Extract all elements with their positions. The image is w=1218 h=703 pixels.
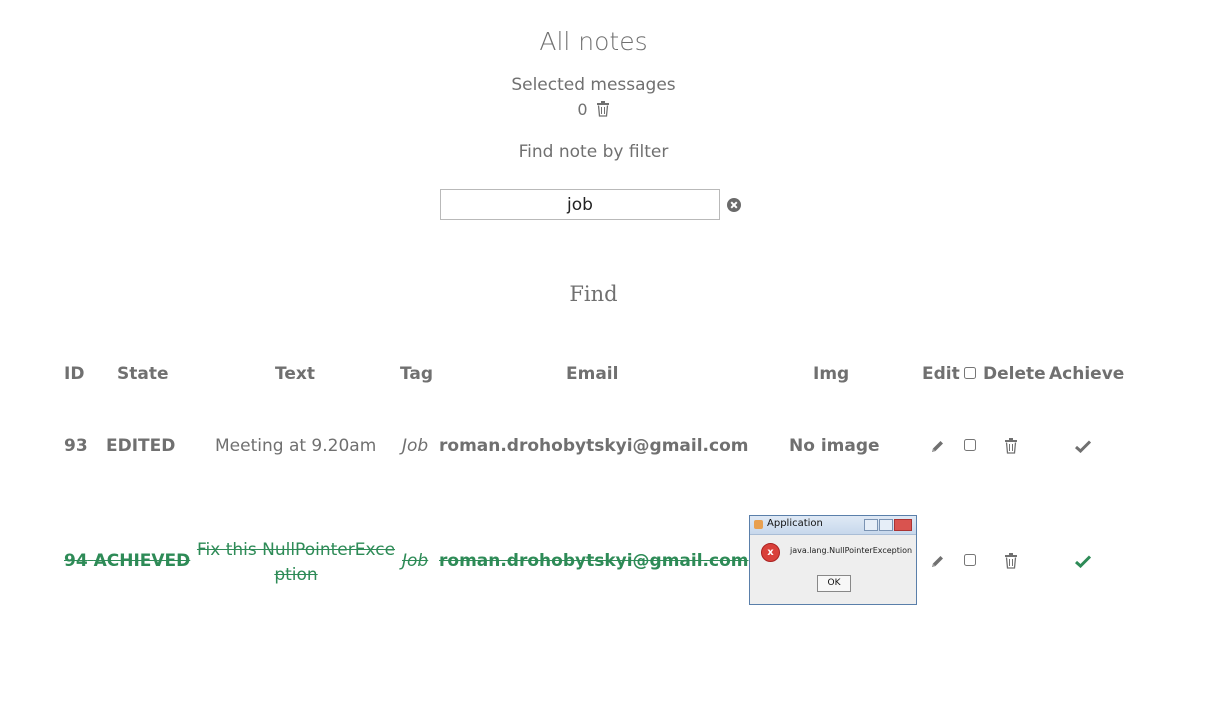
col-header-state: State xyxy=(117,364,169,384)
filter-label: Find note by filter xyxy=(518,142,669,162)
col-header-img: Img xyxy=(813,364,850,384)
row-state: ACHIEVED xyxy=(93,551,191,571)
row-select-checkbox[interactable] xyxy=(964,554,976,566)
row-id: 94 ACHIEVED xyxy=(64,551,190,571)
row-text-line: ption xyxy=(274,565,318,585)
col-header-achieve: Achieve xyxy=(1049,364,1125,384)
col-header-email: Email xyxy=(566,364,619,384)
row-tag: Job xyxy=(402,551,429,571)
row-tag: Job xyxy=(402,436,429,456)
row-state: EDITED xyxy=(106,436,176,456)
row-text-line: Fix this NullPointerExce xyxy=(196,540,396,560)
row-id-value: 94 xyxy=(64,551,88,571)
minimize-icon xyxy=(864,519,878,531)
row-text: Meeting at 9.20am xyxy=(215,436,377,456)
row-text: Fix this NullPointerExce ption xyxy=(196,538,396,588)
error-icon: x xyxy=(761,543,780,562)
select-all-checkbox[interactable] xyxy=(964,367,976,379)
trash-icon[interactable] xyxy=(1004,553,1018,569)
row-img: No image xyxy=(789,436,880,456)
row-id: 93 xyxy=(64,436,88,456)
col-header-edit: Edit xyxy=(922,364,960,384)
page-title: All notes xyxy=(539,27,648,56)
close-icon xyxy=(894,519,912,531)
clear-circle-icon[interactable] xyxy=(726,197,742,213)
trash-icon[interactable] xyxy=(596,101,610,117)
col-header-text: Text xyxy=(275,364,315,384)
col-header-delete: Delete xyxy=(983,364,1046,384)
selected-count-row: 0 xyxy=(0,100,1187,119)
selected-messages-label: Selected messages xyxy=(511,75,676,95)
maximize-icon xyxy=(879,519,893,531)
col-header-tag: Tag xyxy=(400,364,434,384)
selected-count: 0 xyxy=(577,100,588,119)
thumb-window-buttons xyxy=(863,519,912,538)
thumb-titlebar: Application xyxy=(750,516,916,535)
row-select-checkbox[interactable] xyxy=(964,439,976,451)
pencil-icon[interactable] xyxy=(930,439,945,454)
pencil-icon[interactable] xyxy=(930,554,945,569)
col-header-id: ID xyxy=(64,364,85,384)
check-icon[interactable] xyxy=(1075,555,1091,568)
trash-icon[interactable] xyxy=(1004,438,1018,454)
thumb-error-message: java.lang.NullPointerException xyxy=(790,546,913,555)
filter-input[interactable] xyxy=(440,189,720,220)
thumb-window-title: Application xyxy=(767,518,823,529)
check-icon[interactable] xyxy=(1075,440,1091,453)
thumb-ok-button: OK xyxy=(817,575,851,592)
find-heading: Find xyxy=(569,282,618,306)
java-icon xyxy=(754,520,763,529)
row-email: roman.drohobytskyi@gmail.com xyxy=(439,436,749,456)
row-email: roman.drohobytskyi@gmail.com xyxy=(439,551,749,571)
row-image-thumbnail[interactable]: Application x java.lang.NullPointerExcep… xyxy=(749,515,917,605)
